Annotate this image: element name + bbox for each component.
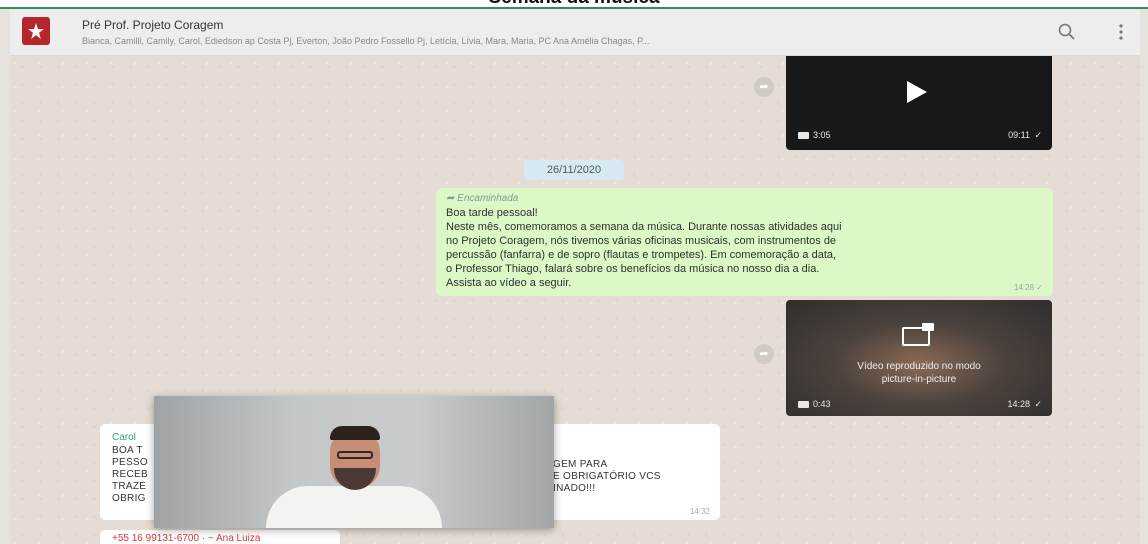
- incoming-message[interactable]: +55 16 99131-6700 · ~ Ana Luiza: [100, 530, 340, 544]
- pip-status-line1: Vídeo reproduzido no modo: [857, 361, 981, 372]
- message-line: no Projeto Coragem, nós tivemos várias o…: [446, 235, 837, 247]
- forwarded-message[interactable]: ➦ Encaminhada Boa tarde pessoal! Neste m…: [436, 188, 1053, 296]
- message-time: 14:28 ✓: [1014, 283, 1043, 292]
- pip-status: Vídeo reproduzido no modo picture-in-pic…: [786, 360, 1052, 386]
- video-duration: 0:43: [813, 399, 831, 409]
- message-line: Neste mês, comemoramos a semana da músic…: [446, 221, 842, 233]
- banner-title: Semana da música: [0, 0, 1148, 7]
- group-name[interactable]: Pré Prof. Projeto Coragem: [82, 18, 223, 32]
- play-icon[interactable]: [907, 81, 927, 103]
- page-banner: Semana da música: [0, 0, 1148, 9]
- group-members[interactable]: Bianca, Camilli, Camily, Carol, Ediedson…: [82, 36, 1022, 46]
- message-line: Boa tarde pessoal!: [446, 207, 538, 219]
- person-hair: [330, 426, 380, 440]
- forwarded-label: ➦ Encaminhada: [446, 193, 518, 204]
- forwarded-label-text: Encaminhada: [457, 193, 519, 204]
- video-message-1[interactable]: 3:05 09:11 ✓: [786, 56, 1052, 150]
- message-text-left: BOA T PESSO RECEB TRAZE OBRIG: [112, 445, 148, 504]
- search-icon[interactable]: [1056, 21, 1078, 43]
- message-line: o Professor Thiago, falará sobre os bene…: [446, 263, 820, 275]
- message-text: Boa tarde pessoal! Neste mês, comemoramo…: [446, 206, 1042, 290]
- video-time: 14:28: [1007, 399, 1030, 409]
- video-camera-icon: [798, 132, 809, 139]
- sender-name[interactable]: +55 16 99131-6700 · ~ Ana Luiza: [112, 533, 260, 544]
- message-line: percussão (fanfarra) e de sopro (flautas…: [446, 249, 837, 261]
- forward-icon[interactable]: ➦: [754, 77, 774, 97]
- forwarded-icon: ➦: [446, 193, 458, 204]
- pip-status-line2: picture-in-picture: [881, 374, 957, 385]
- picture-in-picture-icon: [902, 323, 934, 346]
- video-duration: 3:05: [813, 130, 831, 140]
- person-torso: [266, 486, 442, 528]
- message-time: 14:32: [689, 507, 710, 516]
- forward-icon[interactable]: ➦: [754, 344, 774, 364]
- group-logo-icon: [28, 23, 44, 39]
- video-message-2[interactable]: Vídeo reproduzido no modo picture-in-pic…: [786, 300, 1052, 416]
- picture-in-picture-player[interactable]: [154, 396, 554, 528]
- video-time: 09:11: [1008, 130, 1030, 140]
- sender-name[interactable]: Carol: [112, 432, 136, 443]
- read-check-icon: ✓: [1034, 130, 1042, 140]
- chat-header[interactable]: Pré Prof. Projeto Coragem Bianca, Camill…: [10, 9, 1140, 56]
- read-check-icon: ✓: [1034, 399, 1042, 409]
- message-line: Assista ao vídeo a seguir.: [446, 277, 572, 289]
- message-text-right: GEM PARA E OBRIGATÓRIO VCS INADO!!!: [553, 459, 661, 494]
- chat-area[interactable]: ➦ 3:05 09:11 ✓ 26/11/2020 ➦ Encaminhada …: [10, 56, 1140, 544]
- video-camera-icon: [798, 401, 809, 408]
- person-glasses: [337, 451, 373, 459]
- date-chip: 26/11/2020: [524, 160, 624, 180]
- group-avatar[interactable]: [22, 17, 50, 45]
- menu-dots-icon[interactable]: [1110, 21, 1132, 43]
